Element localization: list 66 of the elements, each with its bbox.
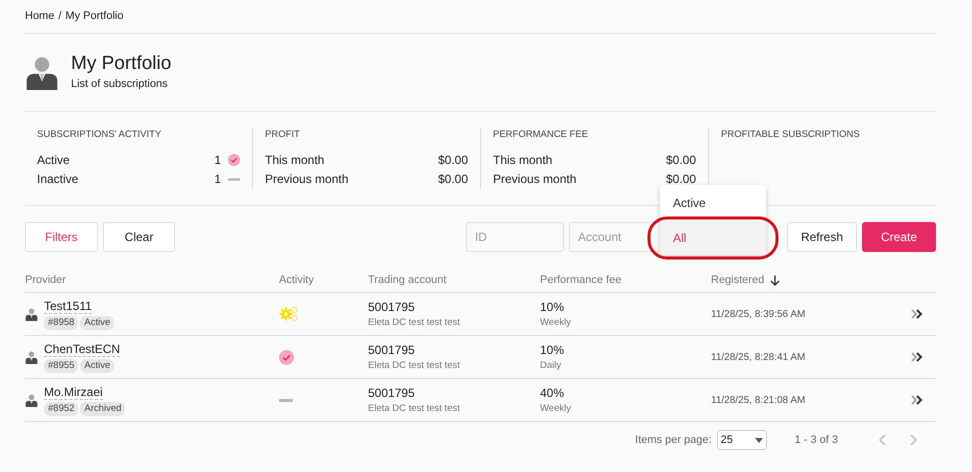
stat-heading: PROFIT	[265, 128, 301, 142]
fee-value: 10%	[540, 298, 566, 316]
user-avatar-icon	[25, 56, 59, 90]
id-field[interactable]: ID	[466, 222, 564, 252]
items-per-page-label: Items per page:	[635, 432, 712, 448]
stat-heading: PROFITABLE SUBSCRIPTIONS	[721, 128, 861, 142]
stat-value: 1	[214, 171, 221, 188]
double-chevron-icon[interactable]	[911, 309, 923, 319]
clear-button[interactable]: Clear	[102, 222, 176, 252]
stat-value: $0.00	[438, 171, 468, 188]
stat-heading: PERFORMANCE FEE	[493, 128, 590, 142]
account-name: Eleta DC test test test	[368, 402, 461, 416]
caret-down-icon	[754, 438, 763, 442]
stat-label: This month	[265, 152, 324, 169]
breadcrumb-separator: /	[58, 9, 62, 24]
fee-value: 40%	[540, 384, 566, 402]
breadcrumb-link[interactable]: My Portfolio	[65, 8, 124, 25]
stat-label: This month	[493, 152, 552, 169]
account-name: Eleta DC test test test	[368, 358, 461, 373]
refresh-button[interactable]: Refresh	[786, 222, 857, 252]
person-icon	[25, 308, 38, 320]
stat-value: $0.00	[438, 152, 468, 169]
provider-name[interactable]: ChenTestECN	[44, 342, 120, 356]
account-number: 5001795	[368, 342, 416, 359]
breadcrumb-link[interactable]: Home	[25, 8, 54, 25]
page-subtitle: List of subscriptions	[71, 77, 169, 92]
fee-period: Weekly	[540, 402, 572, 416]
fee-value: 10%	[540, 342, 566, 359]
account-number: 5001795	[368, 298, 416, 316]
column-header[interactable]: Performance fee	[540, 272, 622, 288]
account-name: Eleta DC test test test	[368, 316, 461, 330]
person-icon	[25, 350, 38, 364]
provider-name[interactable]: Test1511	[44, 298, 92, 314]
fee-period: Daily	[540, 358, 562, 373]
page-title: My Portfolio	[71, 52, 172, 76]
fee-period: Weekly	[540, 316, 572, 330]
filters-button[interactable]: Filters	[25, 222, 98, 252]
double-chevron-icon[interactable]	[911, 395, 923, 405]
id-tag: #8955	[44, 358, 78, 372]
registered-date: 11/28/25, 8:39:56 AM	[711, 308, 806, 322]
status-tag: Active	[80, 358, 114, 372]
id-tag: #8952	[44, 402, 78, 416]
double-chevron-icon[interactable]	[911, 352, 923, 362]
id-tag: #8958	[44, 316, 78, 330]
column-header[interactable]: Registered	[711, 272, 764, 288]
column-header[interactable]: Activity	[279, 272, 314, 288]
provider-name[interactable]: Mo.Mirzaei	[44, 384, 103, 400]
account-number: 5001795	[368, 384, 416, 402]
stat-value: 1	[214, 152, 221, 169]
stat-label: Previous month	[493, 171, 576, 188]
create-button[interactable]: Create	[862, 222, 936, 252]
status-tag: Archived	[80, 402, 126, 416]
dropdown-option[interactable]: All	[660, 220, 766, 255]
stat-label: Inactive	[37, 171, 78, 188]
column-header[interactable]: Provider	[25, 272, 66, 288]
registered-date: 11/28/25, 8:21:08 AM	[711, 394, 806, 408]
stat-value: $0.00	[666, 152, 696, 169]
registered-date: 11/28/25, 8:28:41 AM	[711, 350, 806, 364]
stat-label: Previous month	[265, 171, 348, 188]
page-range: 1 - 3 of 3	[794, 432, 838, 448]
per-page-select[interactable]: 25	[716, 430, 767, 450]
column-header[interactable]: Trading account	[368, 272, 446, 288]
status-tag: Active	[80, 316, 114, 330]
person-icon	[25, 394, 38, 406]
stat-heading: SUBSCRIPTIONS' ACTIVITY	[37, 128, 162, 142]
stat-label: Active	[37, 152, 70, 169]
